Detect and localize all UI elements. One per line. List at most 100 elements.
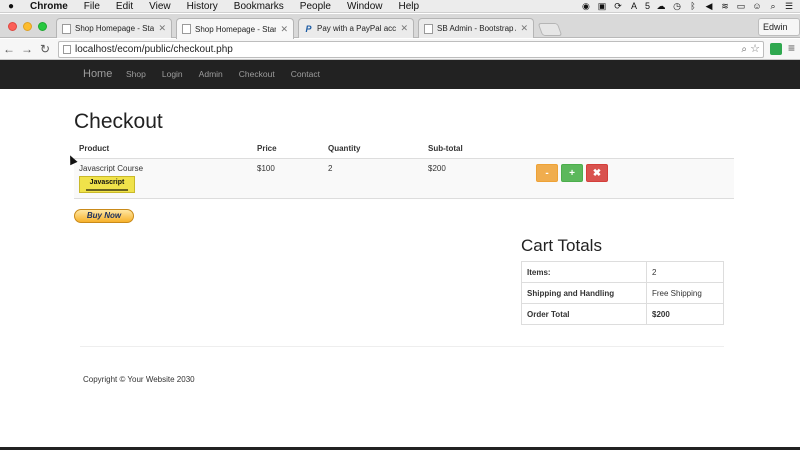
column-header-product: Product: [74, 140, 252, 159]
address-bar[interactable]: localhost/ecom/public/checkout.php ⌕ ☆: [58, 41, 764, 58]
nav-link-login[interactable]: Login: [154, 60, 191, 89]
close-window-button[interactable]: [8, 22, 17, 31]
menu-people[interactable]: People: [292, 0, 339, 13]
close-tab-icon[interactable]: ✕: [400, 23, 408, 34]
nav-link-admin[interactable]: Admin: [191, 60, 231, 89]
menu-bookmarks[interactable]: Bookmarks: [226, 0, 292, 13]
nav-link-checkout[interactable]: Checkout: [231, 60, 283, 89]
spotlight-icon[interactable]: ⌕: [768, 1, 778, 12]
cloud-icon[interactable]: ☁: [656, 1, 666, 12]
browser-tab-shop-homepage-1[interactable]: Shop Homepage - Start Bo ✕: [56, 18, 172, 38]
remove-item-button[interactable]: ✖: [586, 163, 608, 182]
paypal-icon: P: [305, 23, 312, 34]
increase-quantity-button[interactable]: +: [561, 163, 583, 182]
totals-value: $200: [646, 303, 724, 325]
browser-tab-strip: Shop Homepage - Start Bo ✕ Shop Homepage…: [0, 14, 800, 39]
menu-file[interactable]: File: [76, 0, 108, 13]
menu-history[interactable]: History: [179, 0, 226, 13]
column-header-quantity: Quantity: [323, 140, 423, 159]
extension-icon[interactable]: [770, 43, 782, 55]
menu-edit[interactable]: Edit: [108, 0, 141, 13]
reload-icon[interactable]: ↻: [36, 42, 54, 56]
nav-link-shop[interactable]: Shop: [118, 60, 154, 89]
sync-icon[interactable]: ⟳: [613, 1, 623, 12]
totals-row-items: Items: 2: [521, 261, 724, 283]
totals-label: Items:: [521, 261, 647, 283]
close-tab-icon[interactable]: ✕: [158, 23, 166, 34]
product-name: Javascript Course: [79, 163, 144, 173]
address-url: localhost/ecom/public/checkout.php: [75, 44, 233, 55]
nav-link-contact[interactable]: Contact: [283, 60, 328, 89]
page-icon: [182, 24, 191, 34]
column-header-price: Price: [252, 140, 323, 159]
close-tab-icon[interactable]: ✕: [280, 24, 288, 35]
paypal-buy-now-button[interactable]: Buy Now: [74, 209, 134, 223]
forward-arrow-icon[interactable]: →: [18, 42, 36, 56]
battery-icon[interactable]: ▭: [736, 1, 746, 12]
footer-copyright: Copyright © Your Website 2030: [83, 375, 195, 384]
totals-value: Free Shipping: [646, 282, 724, 304]
status-number: 5: [644, 1, 650, 11]
tab-title: Shop Homepage - Start Bo: [75, 24, 155, 33]
apple-menu-icon[interactable]: ●: [0, 1, 22, 12]
browser-toolbar: ← → ↻ localhost/ecom/public/checkout.php…: [0, 39, 800, 60]
browser-tab-sb-admin[interactable]: SB Admin - Bootstrap Adm ✕: [418, 18, 534, 38]
search-icon[interactable]: ⌕: [741, 42, 747, 57]
thumbnail-subtitle-bar: [86, 188, 128, 191]
page-icon: [424, 23, 433, 34]
wifi-icon[interactable]: ≋: [720, 1, 730, 12]
browser-tab-paypal[interactable]: P Pay with a PayPal account ✕: [298, 18, 414, 38]
nav-links: Shop Login Admin Checkout Contact: [118, 60, 328, 89]
totals-row-order-total: Order Total $200: [521, 303, 724, 325]
browser-tab-shop-homepage-2[interactable]: Shop Homepage - Start Bo ✕: [176, 18, 294, 39]
actions-cell: - + ✖: [531, 158, 734, 199]
totals-row-shipping: Shipping and Handling Free Shipping: [521, 282, 724, 304]
new-tab-button[interactable]: [537, 23, 563, 36]
column-header-subtotal: Sub-total: [423, 140, 531, 159]
menu-window[interactable]: Window: [339, 0, 391, 13]
bluetooth-icon[interactable]: ᛒ: [688, 1, 698, 11]
zoom-window-button[interactable]: [38, 22, 47, 31]
column-header-actions: [531, 140, 734, 159]
page-icon: [62, 23, 71, 34]
site-navbar: Home Shop Login Admin Checkout Contact: [0, 60, 800, 89]
bookmark-star-icon[interactable]: ☆: [750, 42, 760, 57]
cart-totals-table: Items: 2 Shipping and Handling Free Ship…: [521, 261, 724, 325]
user-icon[interactable]: ☺: [752, 1, 762, 11]
nav-brand-home[interactable]: Home: [83, 60, 112, 89]
adobe-icon[interactable]: A: [629, 1, 639, 11]
back-arrow-icon[interactable]: ←: [0, 42, 18, 56]
tab-title: Shop Homepage - Start Bo: [195, 24, 277, 34]
time-machine-icon[interactable]: ◷: [672, 1, 682, 12]
record-icon[interactable]: ◉: [581, 1, 591, 12]
chrome-menu-icon[interactable]: ≡: [788, 41, 795, 55]
totals-label: Order Total: [521, 303, 647, 325]
tab-title: SB Admin - Bootstrap Adm: [437, 24, 516, 33]
menu-view[interactable]: View: [141, 0, 179, 13]
menu-help[interactable]: Help: [391, 0, 428, 13]
menu-app-chrome[interactable]: Chrome: [22, 0, 76, 13]
cart-totals-title: Cart Totals: [521, 236, 602, 255]
product-thumbnail[interactable]: Javascript: [79, 175, 135, 193]
tab-title: Pay with a PayPal account: [317, 24, 397, 33]
cart-table: Product Price Quantity Sub-total Javascr…: [74, 140, 734, 199]
totals-label: Shipping and Handling: [521, 282, 647, 304]
page-info-icon[interactable]: [63, 45, 71, 54]
notification-center-icon[interactable]: ☰: [784, 1, 794, 12]
minimize-window-button[interactable]: [23, 22, 32, 31]
window-controls: [8, 22, 47, 31]
volume-icon[interactable]: ◀: [704, 1, 714, 12]
product-thumbnail-label: Javascript: [89, 178, 125, 186]
quantity-cell: 2: [323, 158, 423, 199]
table-row: Javascript Course Javascript $100 2 $200…: [74, 158, 734, 199]
footer-divider: [80, 346, 724, 347]
totals-value: 2: [646, 261, 724, 283]
table-header-row: Product Price Quantity Sub-total: [74, 140, 734, 159]
quantity-actions: - + ✖: [536, 163, 729, 182]
status-icons: ◉ ▣ ⟳ A 5 ☁ ◷ ᛒ ◀ ≋ ▭ ☺ ⌕ ☰: [581, 1, 800, 12]
macos-menu-bar: ● Chrome File Edit View History Bookmark…: [0, 0, 800, 13]
screen-icon[interactable]: ▣: [597, 1, 607, 12]
profile-button[interactable]: Edwin: [758, 18, 800, 36]
decrease-quantity-button[interactable]: -: [536, 163, 558, 182]
close-tab-icon[interactable]: ✕: [520, 23, 528, 34]
